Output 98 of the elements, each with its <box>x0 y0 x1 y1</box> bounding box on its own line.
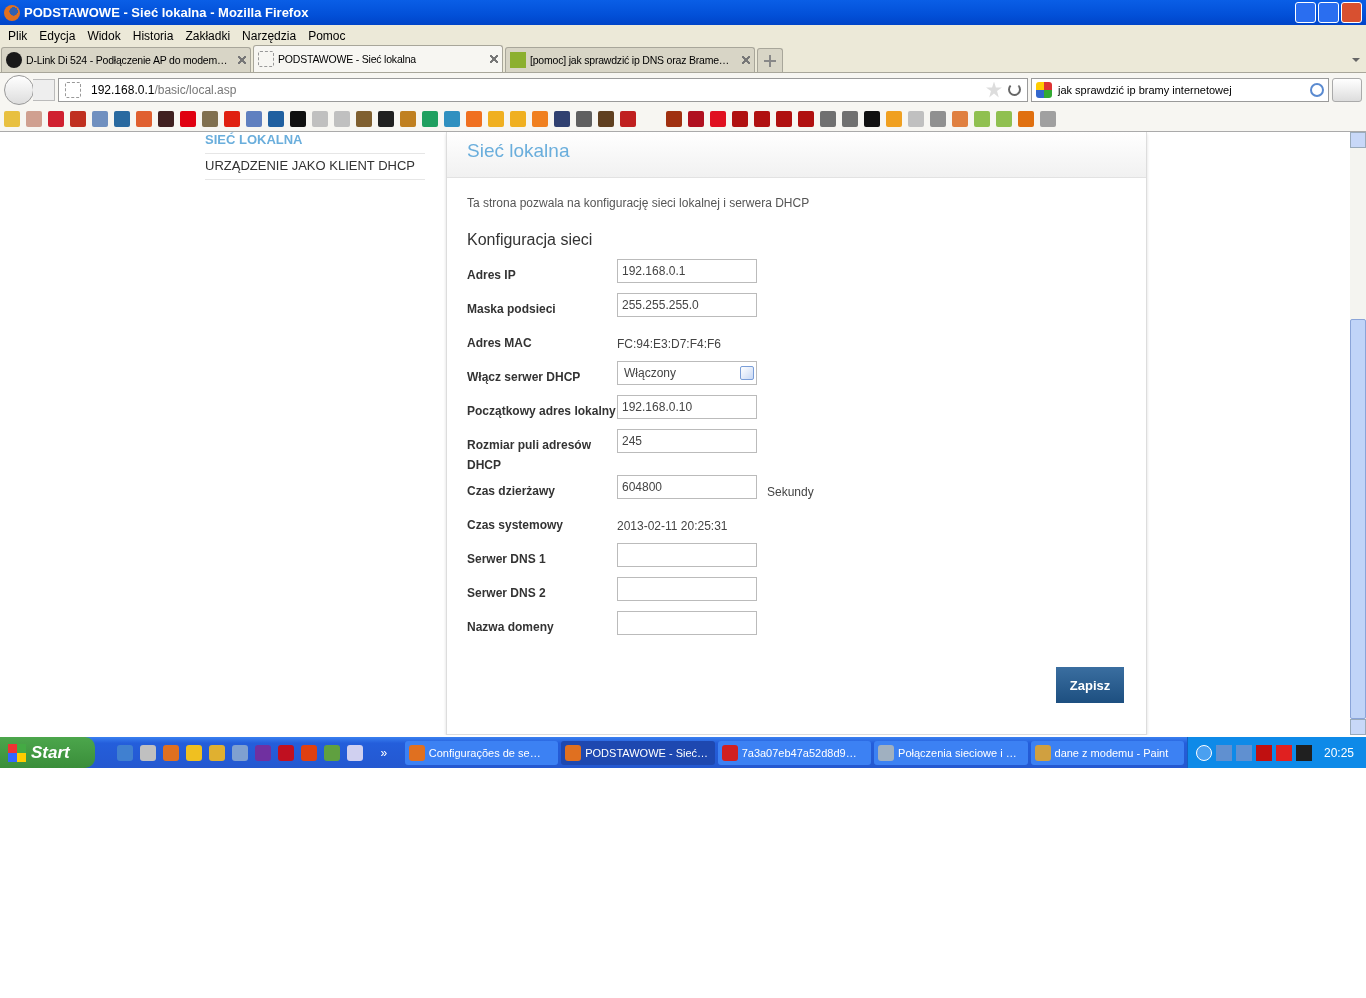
bookmark-icon[interactable] <box>732 110 748 127</box>
tray-icon[interactable] <box>1295 744 1312 761</box>
quick-launch-icon[interactable] <box>163 744 180 761</box>
favicon-icon <box>258 51 274 67</box>
taskbar-button[interactable]: 7a3a07eb47a52d8d9… <box>717 740 872 765</box>
start-button[interactable]: Start <box>0 737 96 768</box>
field-label: Włącz serwer DHCP <box>467 369 582 386</box>
home-button[interactable] <box>1332 77 1362 102</box>
bookmark-icon[interactable] <box>268 110 284 127</box>
input-field[interactable]: 192.168.0.10 <box>617 395 757 419</box>
close-button[interactable] <box>1341 2 1362 23</box>
menu-item[interactable]: Zakładki <box>181 28 239 43</box>
bookmark-icon[interactable] <box>864 110 880 127</box>
input-field[interactable]: 245 <box>617 429 757 453</box>
field-label: Rozmiar puli adresów DHCP <box>467 437 593 474</box>
window-title: PODSTAWOWE - Sieć lokalna - Mozilla Firefox <box>24 5 310 20</box>
windows-logo-icon <box>8 743 26 762</box>
browser-tab[interactable]: D-Link Di 524 - Podłączenie AP do modem… <box>1 47 251 72</box>
tab-title: D-Link Di 524 - Podłączenie AP do modem… <box>26 54 229 66</box>
field-value: FC:94:E3:D7:F4:F6 <box>617 336 722 351</box>
browser-tab[interactable]: [pomoc] jak sprawdzić ip DNS oraz Brame… <box>505 47 755 72</box>
input-field[interactable] <box>617 611 757 635</box>
address-field[interactable]: 192.168.0.1/basic/local.asp <box>58 77 1028 102</box>
description-text: Ta strona pozwala na konfigurację sieci lokalnej i serwera DHCP <box>467 196 811 210</box>
sidebar-item[interactable]: URZĄDZENIE JAKO KLIENT DHCP <box>205 154 425 180</box>
input-field[interactable]: 604800 <box>617 475 757 499</box>
scroll-down-button[interactable] <box>1350 719 1366 735</box>
back-button[interactable] <box>4 74 34 105</box>
search-field[interactable]: jak sprawdzić ip bramy internetowej <box>1031 77 1329 102</box>
firefox-icon <box>4 4 20 21</box>
quick-launch-icon[interactable] <box>324 744 341 761</box>
taskbar-button[interactable]: dane z modemu - Paint <box>1030 740 1184 765</box>
bookmark-icon[interactable] <box>754 110 770 127</box>
scroll-thumb[interactable] <box>1350 319 1366 719</box>
field-label: Początkowy adres lokalny <box>467 403 617 420</box>
quick-launch-icon[interactable] <box>209 744 226 761</box>
taskbar-button[interactable]: PODSTAWOWE - Sieć… <box>561 740 715 765</box>
quick-launch-icon[interactable] <box>232 744 249 761</box>
menu-item[interactable]: Edycja <box>35 28 84 43</box>
taskbar-button[interactable]: Połączenia sieciowe i … <box>874 740 1028 765</box>
forward-button[interactable] <box>33 78 55 101</box>
menu-item[interactable]: Historia <box>128 28 182 43</box>
taskbar-button[interactable]: Configurações de se… <box>404 740 559 765</box>
menu-item[interactable]: Widok <box>83 28 129 43</box>
unit-label: Sekundy <box>766 484 814 499</box>
dropdown-field[interactable]: Włączony <box>617 361 757 385</box>
scroll-up-button[interactable] <box>1350 132 1366 148</box>
menu-item[interactable]: Pomoc <box>304 28 354 43</box>
expand-tray-button[interactable] <box>1195 744 1212 761</box>
field-label: Czas systemowy <box>467 517 565 534</box>
close-tab-icon[interactable] <box>238 56 246 64</box>
input-field[interactable]: 192.168.0.1 <box>617 259 757 283</box>
field-label: Maska podsieci <box>467 301 557 318</box>
scrollbar[interactable] <box>1350 132 1366 735</box>
search-icon[interactable] <box>1310 82 1324 97</box>
bookmark-icon[interactable] <box>598 110 614 127</box>
bookmark-icon[interactable] <box>378 110 394 127</box>
bookmark-icon[interactable] <box>798 110 814 127</box>
close-tab-icon[interactable] <box>490 55 498 63</box>
overflow-button[interactable]: » <box>380 745 388 760</box>
save-button[interactable]: Zapisz <box>1056 667 1124 703</box>
search-engine-icon[interactable] <box>1036 81 1052 98</box>
favicon-icon <box>510 52 526 68</box>
field-label: Czas dzierżawy <box>467 483 557 500</box>
bookmark-icon[interactable] <box>688 110 704 127</box>
field-label: Adres MAC <box>467 335 533 352</box>
new-tab-button[interactable] <box>757 48 783 72</box>
minimize-button[interactable] <box>1295 2 1316 23</box>
clock: 20:25 <box>1323 745 1354 760</box>
input-field[interactable]: 255.255.255.0 <box>617 293 757 317</box>
menu-item[interactable]: Plik <box>4 28 36 43</box>
tab-title: [pomoc] jak sprawdzić ip DNS oraz Brame… <box>530 54 731 66</box>
menu-item[interactable]: Narzędzia <box>238 28 305 43</box>
favicon-icon <box>6 52 22 68</box>
bookmark-icon[interactable] <box>776 110 792 127</box>
page-icon <box>65 81 81 98</box>
bookmark-icon[interactable] <box>290 110 306 127</box>
quick-launch-icon[interactable] <box>186 744 203 761</box>
input-field[interactable] <box>617 577 757 601</box>
restore-button[interactable] <box>1318 2 1339 23</box>
quick-launch-icon[interactable] <box>140 744 157 761</box>
browser-tab[interactable]: PODSTAWOWE - Sieć lokalna <box>253 45 503 72</box>
bookmark-icon[interactable] <box>158 110 174 127</box>
bookmark-icon[interactable] <box>666 110 682 127</box>
url-text: 192.168.0.1/basic/local.asp <box>91 82 238 97</box>
input-field[interactable] <box>617 543 757 567</box>
field-value: 2013-02-11 20:25:31 <box>617 518 728 533</box>
quick-launch-icon[interactable] <box>347 744 364 761</box>
tab-title: PODSTAWOWE - Sieć lokalna <box>278 53 417 65</box>
section-heading: Konfiguracja sieci <box>467 231 594 249</box>
field-label: Serwer DNS 1 <box>467 551 547 568</box>
panel-title: Sieć lokalna <box>467 140 570 161</box>
bookmark-icon[interactable] <box>554 110 570 127</box>
field-label: Adres IP <box>467 267 517 284</box>
reload-icon[interactable] <box>1008 83 1021 96</box>
field-label: Serwer DNS 2 <box>467 585 547 602</box>
close-tab-icon[interactable] <box>742 56 750 64</box>
field-label: Nazwa domeny <box>467 619 555 636</box>
